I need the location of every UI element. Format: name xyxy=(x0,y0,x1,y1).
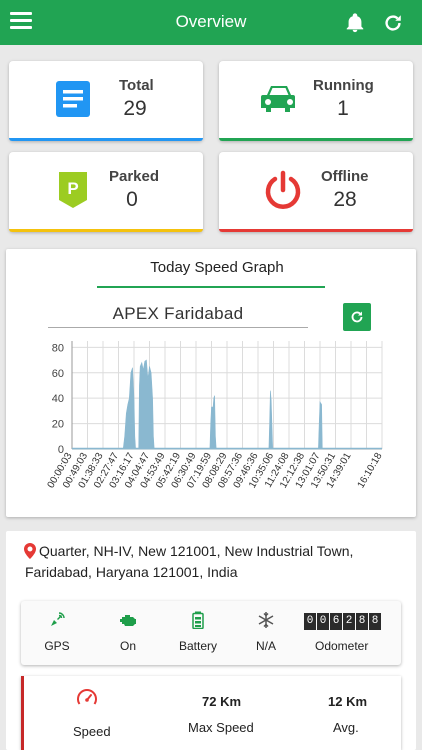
title-underline xyxy=(97,286,325,288)
bell-icon[interactable] xyxy=(344,12,366,34)
ac-status: N/A xyxy=(235,601,297,665)
offline-count: 28 xyxy=(333,188,357,211)
y-tick-label: 60 xyxy=(52,368,64,380)
x-tick-label: 16:10:18 xyxy=(356,451,385,491)
power-icon xyxy=(265,170,301,209)
parked-label: Parked xyxy=(109,168,160,185)
parking-icon: P xyxy=(59,172,87,208)
speed-label: Speed xyxy=(73,724,111,739)
offline-vehicles-card[interactable]: Offline 28 xyxy=(219,152,413,232)
vehicle-selector[interactable]: APEX Faridabad xyxy=(48,304,308,328)
vehicle-address: Quarter, NH-IV, New 121001, New Industri… xyxy=(25,543,354,580)
parked-count: 0 xyxy=(126,188,138,211)
list-icon xyxy=(56,81,90,117)
running-label: Running xyxy=(313,77,374,94)
parked-accent-bar xyxy=(9,229,203,232)
y-tick-label: 40 xyxy=(52,393,64,405)
running-vehicles-card[interactable]: Running 1 xyxy=(219,61,413,141)
max-speed-label: Max Speed xyxy=(188,720,254,735)
speed-series-area xyxy=(72,359,323,450)
gps-icon xyxy=(51,612,65,626)
battery-icon xyxy=(192,611,204,629)
speed-graph-card: Today Speed Graph APEX Faridabad 0 20 40 60… xyxy=(6,249,416,517)
total-vehicles-card[interactable]: Total 29 xyxy=(9,61,203,141)
offline-accent-bar xyxy=(219,229,413,232)
odometer-digit: 0 xyxy=(317,613,329,630)
odometer-digit: 8 xyxy=(356,613,368,630)
total-label: Total xyxy=(119,77,154,94)
battery-label: Battery xyxy=(178,639,217,653)
refresh-icon xyxy=(351,311,363,323)
ac-label: N/A xyxy=(255,639,276,653)
vehicle-details-card: Quarter, NH-IV, New 121001, New Industri… xyxy=(6,531,416,750)
parked-vehicles-card[interactable]: P Parked 0 xyxy=(9,152,203,232)
avg-speed-label: Avg. xyxy=(333,720,359,735)
engine-icon xyxy=(120,615,136,626)
avg-speed-value: 12 Km xyxy=(328,694,368,709)
snowflake-icon xyxy=(258,612,274,628)
graph-refresh-button[interactable] xyxy=(343,303,371,331)
gps-status: GPS xyxy=(27,601,87,665)
svg-text:P: P xyxy=(67,179,78,198)
y-tick-label: 80 xyxy=(52,342,64,354)
y-tick-label: 20 xyxy=(52,419,64,431)
engine-label: On xyxy=(119,639,136,653)
total-accent-bar xyxy=(9,138,203,141)
top-app-bar: Overview xyxy=(0,0,422,45)
odometer-digit: 0 xyxy=(304,613,316,630)
vehicle-status-strip: GPS On Battery N/A 0 0 6 2 8 8 Odometer xyxy=(21,601,401,665)
running-count: 1 xyxy=(337,97,349,120)
refresh-icon[interactable] xyxy=(382,12,404,34)
engine-status: On xyxy=(97,601,159,665)
running-accent-bar xyxy=(219,138,413,141)
offline-label: Offline xyxy=(321,168,369,185)
max-speed-value: 72 Km xyxy=(202,694,242,709)
odometer-digits: 006288 xyxy=(304,613,382,631)
odometer-label: Odometer xyxy=(315,639,369,653)
speed-chart: 02040608000:00:0300:49:0301:38:3302:27:4… xyxy=(46,341,385,491)
speedometer-icon xyxy=(77,689,97,705)
battery-status: Battery xyxy=(167,601,229,665)
speed-graph-title: Today Speed Graph xyxy=(150,259,284,276)
gps-label: GPS xyxy=(44,639,70,653)
speed-summary-panel: Speed 72 Km Max Speed 12 Km Avg. xyxy=(21,676,401,750)
total-count: 29 xyxy=(123,97,147,120)
odometer-digit: 2 xyxy=(343,613,355,630)
odometer-digit: 6 xyxy=(330,613,342,630)
car-icon xyxy=(261,86,295,112)
odometer-digit: 8 xyxy=(369,613,381,630)
